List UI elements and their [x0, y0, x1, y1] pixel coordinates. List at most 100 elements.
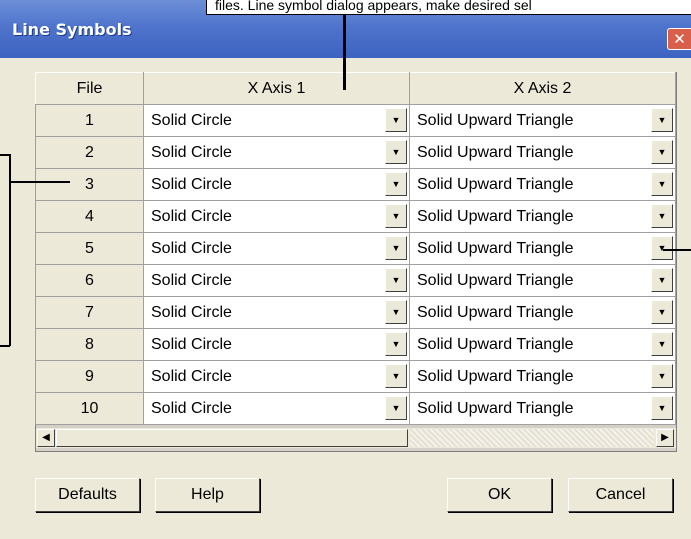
- x-axis-1-value: Solid Circle: [151, 368, 232, 385]
- x-axis-2-cell[interactable]: Solid Upward Triangle ▼: [409, 232, 676, 265]
- x-axis-2-value: Solid Upward Triangle: [417, 400, 574, 417]
- table-row: 1 Solid Circle ▼ Solid Upward Triangle ▼: [35, 104, 676, 137]
- x-axis-2-cell[interactable]: Solid Upward Triangle ▼: [409, 360, 676, 393]
- x-axis-2-cell[interactable]: Solid Upward Triangle ▼: [409, 264, 676, 297]
- x-axis-2-cell[interactable]: Solid Upward Triangle ▼: [409, 392, 676, 425]
- dialog-title: Line Symbols: [12, 20, 132, 39]
- chevron-down-icon[interactable]: ▼: [651, 140, 673, 164]
- symbols-grid: File X Axis 1 X Axis 2 1 Solid Circle ▼ Sol…: [35, 72, 676, 425]
- callout-pointer-line: [343, 14, 346, 90]
- chevron-down-icon[interactable]: ▼: [385, 332, 407, 356]
- x-axis-2-value: Solid Upward Triangle: [417, 368, 574, 385]
- chevron-down-icon[interactable]: ▼: [385, 108, 407, 132]
- x-axis-1-cell[interactable]: Solid Circle ▼: [143, 232, 410, 265]
- x-axis-1-value: Solid Circle: [151, 272, 232, 289]
- row-file-number: 2: [35, 136, 144, 169]
- x-axis-2-cell[interactable]: Solid Upward Triangle ▼: [409, 136, 676, 169]
- right-pointer-line: [663, 249, 691, 251]
- row-file-number: 6: [35, 264, 144, 297]
- chevron-down-icon[interactable]: ▼: [385, 300, 407, 324]
- x-axis-1-value: Solid Circle: [151, 304, 232, 321]
- x-axis-2-value: Solid Upward Triangle: [417, 272, 574, 289]
- row-file-number: 5: [35, 232, 144, 265]
- table-row: 4 Solid Circle ▼ Solid Upward Triangle ▼: [35, 200, 676, 233]
- x-axis-1-cell[interactable]: Solid Circle ▼: [143, 168, 410, 201]
- row-file-number: 8: [35, 328, 144, 361]
- x-axis-1-value: Solid Circle: [151, 400, 232, 417]
- chevron-down-icon[interactable]: ▼: [385, 364, 407, 388]
- scroll-left-icon[interactable]: ◀: [37, 429, 55, 447]
- x-axis-2-value: Solid Upward Triangle: [417, 304, 574, 321]
- x-axis-2-cell[interactable]: Solid Upward Triangle ▼: [409, 296, 676, 329]
- x-axis-2-value: Solid Upward Triangle: [417, 336, 574, 353]
- chevron-down-icon[interactable]: ▼: [651, 332, 673, 356]
- table-row: 3 Solid Circle ▼ Solid Upward Triangle ▼: [35, 168, 676, 201]
- x-axis-2-value: Solid Upward Triangle: [417, 144, 574, 161]
- x-axis-2-value: Solid Upward Triangle: [417, 176, 574, 193]
- x-axis-2-cell[interactable]: Solid Upward Triangle ▼: [409, 168, 676, 201]
- row-file-number: 10: [35, 392, 144, 425]
- scroll-thumb[interactable]: [56, 429, 408, 447]
- x-axis-2-value: Solid Upward Triangle: [417, 208, 574, 225]
- header-file: File: [35, 72, 144, 105]
- x-axis-1-cell[interactable]: Solid Circle ▼: [143, 328, 410, 361]
- chevron-down-icon[interactable]: ▼: [651, 268, 673, 292]
- defaults-button[interactable]: Defaults: [35, 478, 140, 512]
- x-axis-2-value: Solid Upward Triangle: [417, 112, 574, 129]
- help-button[interactable]: Help: [155, 478, 260, 512]
- chevron-down-icon[interactable]: ▼: [651, 204, 673, 228]
- x-axis-1-value: Solid Circle: [151, 208, 232, 225]
- table-row: 9 Solid Circle ▼ Solid Upward Triangle ▼: [35, 360, 676, 393]
- chevron-down-icon[interactable]: ▼: [651, 364, 673, 388]
- table-row: 2 Solid Circle ▼ Solid Upward Triangle ▼: [35, 136, 676, 169]
- x-axis-1-value: Solid Circle: [151, 336, 232, 353]
- x-axis-1-cell[interactable]: Solid Circle ▼: [143, 200, 410, 233]
- chevron-down-icon[interactable]: ▼: [651, 108, 673, 132]
- x-axis-2-cell[interactable]: Solid Upward Triangle ▼: [409, 104, 676, 137]
- annotation-callout: files. Line symbol dialog appears, make …: [206, 0, 691, 15]
- table-row: 8 Solid Circle ▼ Solid Upward Triangle ▼: [35, 328, 676, 361]
- left-pointer-line: [10, 181, 70, 183]
- x-axis-1-value: Solid Circle: [151, 144, 232, 161]
- x-axis-1-cell[interactable]: Solid Circle ▼: [143, 136, 410, 169]
- chevron-down-icon[interactable]: ▼: [385, 140, 407, 164]
- ok-button[interactable]: OK: [447, 478, 552, 512]
- grid-header-row: File X Axis 1 X Axis 2: [35, 72, 676, 105]
- row-file-number: 7: [35, 296, 144, 329]
- x-axis-1-cell[interactable]: Solid Circle ▼: [143, 392, 410, 425]
- horizontal-scrollbar[interactable]: ◀ ▶: [36, 428, 676, 448]
- table-row: 10 Solid Circle ▼ Solid Upward Triangle ▼: [35, 392, 676, 425]
- header-x-axis-2: X Axis 2: [409, 72, 676, 105]
- chevron-down-icon[interactable]: ▼: [385, 396, 407, 420]
- x-axis-1-value: Solid Circle: [151, 176, 232, 193]
- row-file-number: 9: [35, 360, 144, 393]
- x-axis-1-value: Solid Circle: [151, 240, 232, 257]
- cancel-button[interactable]: Cancel: [568, 478, 673, 512]
- chevron-down-icon[interactable]: ▼: [385, 268, 407, 292]
- row-file-number: 4: [35, 200, 144, 233]
- x-axis-1-value: Solid Circle: [151, 112, 232, 129]
- chevron-down-icon[interactable]: ▼: [651, 172, 673, 196]
- row-file-number: 3: [35, 168, 144, 201]
- table-row: 5 Solid Circle ▼ Solid Upward Triangle ▼: [35, 232, 676, 265]
- x-axis-1-cell[interactable]: Solid Circle ▼: [143, 360, 410, 393]
- scroll-track[interactable]: [410, 429, 654, 447]
- x-axis-2-cell[interactable]: Solid Upward Triangle ▼: [409, 328, 676, 361]
- chevron-down-icon[interactable]: ▼: [651, 396, 673, 420]
- table-row: 6 Solid Circle ▼ Solid Upward Triangle ▼: [35, 264, 676, 297]
- chevron-down-icon[interactable]: ▼: [651, 236, 673, 260]
- left-bracket-bottom: [0, 345, 10, 347]
- scroll-right-icon[interactable]: ▶: [656, 429, 674, 447]
- close-icon[interactable]: ✕: [667, 28, 691, 50]
- chevron-down-icon[interactable]: ▼: [651, 300, 673, 324]
- x-axis-1-cell[interactable]: Solid Circle ▼: [143, 104, 410, 137]
- x-axis-1-cell[interactable]: Solid Circle ▼: [143, 296, 410, 329]
- table-row: 7 Solid Circle ▼ Solid Upward Triangle ▼: [35, 296, 676, 329]
- row-file-number: 1: [35, 104, 144, 137]
- x-axis-1-cell[interactable]: Solid Circle ▼: [143, 264, 410, 297]
- header-x-axis-1: X Axis 1: [143, 72, 410, 105]
- chevron-down-icon[interactable]: ▼: [385, 204, 407, 228]
- chevron-down-icon[interactable]: ▼: [385, 172, 407, 196]
- x-axis-2-cell[interactable]: Solid Upward Triangle ▼: [409, 200, 676, 233]
- chevron-down-icon[interactable]: ▼: [385, 236, 407, 260]
